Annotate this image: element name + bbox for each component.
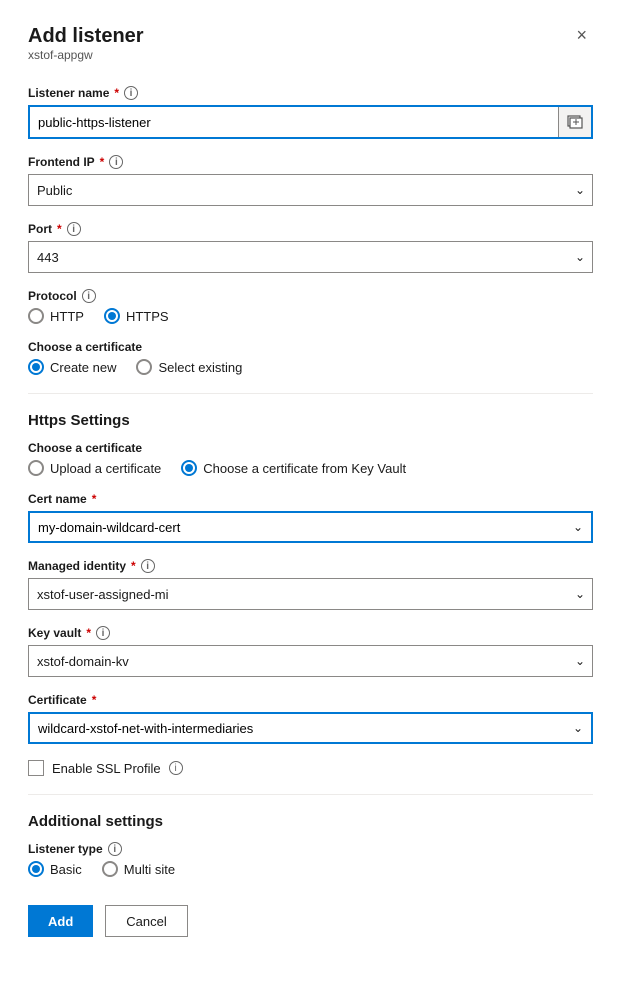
- certificate-required: *: [92, 693, 97, 707]
- cert-choice2-label: Choose a certificate: [28, 441, 593, 455]
- frontend-ip-label: Frontend IP * i: [28, 155, 593, 169]
- cert-keyvault-label: Choose a certificate from Key Vault: [203, 461, 406, 476]
- protocol-https-option[interactable]: HTTPS: [104, 308, 169, 324]
- listener-type-info-icon[interactable]: i: [108, 842, 122, 856]
- additional-settings-title: Additional settings: [28, 813, 593, 830]
- listener-name-input[interactable]: [30, 107, 558, 137]
- listener-type-multisite-label: Multi site: [124, 862, 175, 877]
- cert-choice2-radio-group: Upload a certificate Choose a certificat…: [28, 460, 593, 476]
- port-required: *: [57, 222, 62, 236]
- port-wrapper: ⌄: [28, 241, 593, 273]
- cert-create-new-label: Create new: [50, 360, 116, 375]
- cert-upload-option[interactable]: Upload a certificate: [28, 460, 161, 476]
- key-vault-required: *: [86, 626, 91, 640]
- protocol-group: Protocol i HTTP HTTPS: [28, 289, 593, 324]
- panel-header: Add listener xstof-appgw ×: [28, 24, 593, 82]
- section-divider-1: [28, 393, 593, 394]
- listener-type-group: Listener type i Basic Multi site: [28, 842, 593, 877]
- cert-name-label: Cert name *: [28, 492, 593, 506]
- port-info-icon[interactable]: i: [67, 222, 81, 236]
- cert-name-required: *: [92, 492, 97, 506]
- managed-identity-select[interactable]: xstof-user-assigned-mi: [28, 578, 593, 610]
- protocol-https-radio[interactable]: [104, 308, 120, 324]
- cert-create-new-option[interactable]: Create new: [28, 359, 116, 375]
- listener-name-label: Listener name * i: [28, 86, 593, 100]
- listener-type-multisite-radio[interactable]: [102, 861, 118, 877]
- certificate-group: Certificate * ⌄: [28, 693, 593, 744]
- listener-type-multisite-option[interactable]: Multi site: [102, 861, 175, 877]
- frontend-ip-info-icon[interactable]: i: [109, 155, 123, 169]
- frontend-ip-wrapper: Public Private ⌄: [28, 174, 593, 206]
- listener-name-input-wrapper: [28, 105, 593, 139]
- listener-type-label: Listener type i: [28, 842, 593, 856]
- cert-name-wrapper: ⌄: [28, 511, 593, 543]
- key-vault-label: Key vault * i: [28, 626, 593, 640]
- cert-create-new-radio[interactable]: [28, 359, 44, 375]
- action-icon: [567, 115, 583, 129]
- key-vault-group: Key vault * i xstof-domain-kv ⌄: [28, 626, 593, 677]
- frontend-ip-select[interactable]: Public Private: [28, 174, 593, 206]
- managed-identity-required: *: [131, 559, 136, 573]
- cert-choice2-group: Choose a certificate Upload a certificat…: [28, 441, 593, 476]
- protocol-info-icon[interactable]: i: [82, 289, 96, 303]
- cert-keyvault-radio[interactable]: [181, 460, 197, 476]
- cert-choice-radio-group: Create new Select existing: [28, 359, 593, 375]
- cert-select-existing-label: Select existing: [158, 360, 242, 375]
- listener-name-info-icon[interactable]: i: [124, 86, 138, 100]
- port-input[interactable]: [28, 241, 593, 273]
- protocol-radio-group: HTTP HTTPS: [28, 308, 593, 324]
- cert-choice-group: Choose a certificate Create new Select e…: [28, 340, 593, 375]
- protocol-label: Protocol i: [28, 289, 593, 303]
- panel-title-block: Add listener xstof-appgw: [28, 24, 144, 82]
- listener-type-radio-group: Basic Multi site: [28, 861, 593, 877]
- listener-name-required: *: [114, 86, 119, 100]
- protocol-http-option[interactable]: HTTP: [28, 308, 84, 324]
- protocol-http-radio[interactable]: [28, 308, 44, 324]
- https-settings-title: Https Settings: [28, 412, 593, 429]
- ssl-profile-checkbox-item[interactable]: Enable SSL Profile i: [28, 760, 593, 776]
- managed-identity-group: Managed identity * i xstof-user-assigned…: [28, 559, 593, 610]
- listener-type-basic-option[interactable]: Basic: [28, 861, 82, 877]
- cert-select-existing-option[interactable]: Select existing: [136, 359, 242, 375]
- ssl-profile-info-icon[interactable]: i: [169, 761, 183, 775]
- managed-identity-wrapper: xstof-user-assigned-mi ⌄: [28, 578, 593, 610]
- close-button[interactable]: ×: [570, 24, 593, 46]
- ssl-profile-checkbox[interactable]: [28, 760, 44, 776]
- cert-name-input[interactable]: [30, 513, 591, 541]
- frontend-ip-group: Frontend IP * i Public Private ⌄: [28, 155, 593, 206]
- managed-identity-label: Managed identity * i: [28, 559, 593, 573]
- cert-upload-radio[interactable]: [28, 460, 44, 476]
- certificate-label: Certificate *: [28, 693, 593, 707]
- certificate-input[interactable]: [30, 714, 591, 742]
- cert-keyvault-option[interactable]: Choose a certificate from Key Vault: [181, 460, 406, 476]
- listener-name-group: Listener name * i: [28, 86, 593, 139]
- frontend-ip-required: *: [100, 155, 105, 169]
- protocol-https-label: HTTPS: [126, 309, 169, 324]
- ssl-profile-group: Enable SSL Profile i: [28, 760, 593, 776]
- panel-subtitle: xstof-appgw: [28, 48, 144, 62]
- managed-identity-info-icon[interactable]: i: [141, 559, 155, 573]
- section-divider-2: [28, 794, 593, 795]
- listener-name-action-button[interactable]: [558, 107, 591, 137]
- ssl-profile-label: Enable SSL Profile: [52, 761, 161, 776]
- key-vault-select[interactable]: xstof-domain-kv: [28, 645, 593, 677]
- cancel-button[interactable]: Cancel: [105, 905, 187, 937]
- port-label: Port * i: [28, 222, 593, 236]
- cert-upload-label: Upload a certificate: [50, 461, 161, 476]
- panel-title: Add listener: [28, 24, 144, 48]
- cert-name-group: Cert name * ⌄: [28, 492, 593, 543]
- add-button[interactable]: Add: [28, 905, 93, 937]
- listener-type-basic-radio[interactable]: [28, 861, 44, 877]
- protocol-http-label: HTTP: [50, 309, 84, 324]
- port-group: Port * i ⌄: [28, 222, 593, 273]
- key-vault-wrapper: xstof-domain-kv ⌄: [28, 645, 593, 677]
- footer: Add Cancel: [28, 905, 593, 937]
- cert-choice-label: Choose a certificate: [28, 340, 593, 354]
- key-vault-info-icon[interactable]: i: [96, 626, 110, 640]
- add-listener-panel: Add listener xstof-appgw × Listener name…: [0, 0, 621, 1000]
- listener-type-basic-label: Basic: [50, 862, 82, 877]
- certificate-wrapper: ⌄: [28, 712, 593, 744]
- cert-select-existing-radio[interactable]: [136, 359, 152, 375]
